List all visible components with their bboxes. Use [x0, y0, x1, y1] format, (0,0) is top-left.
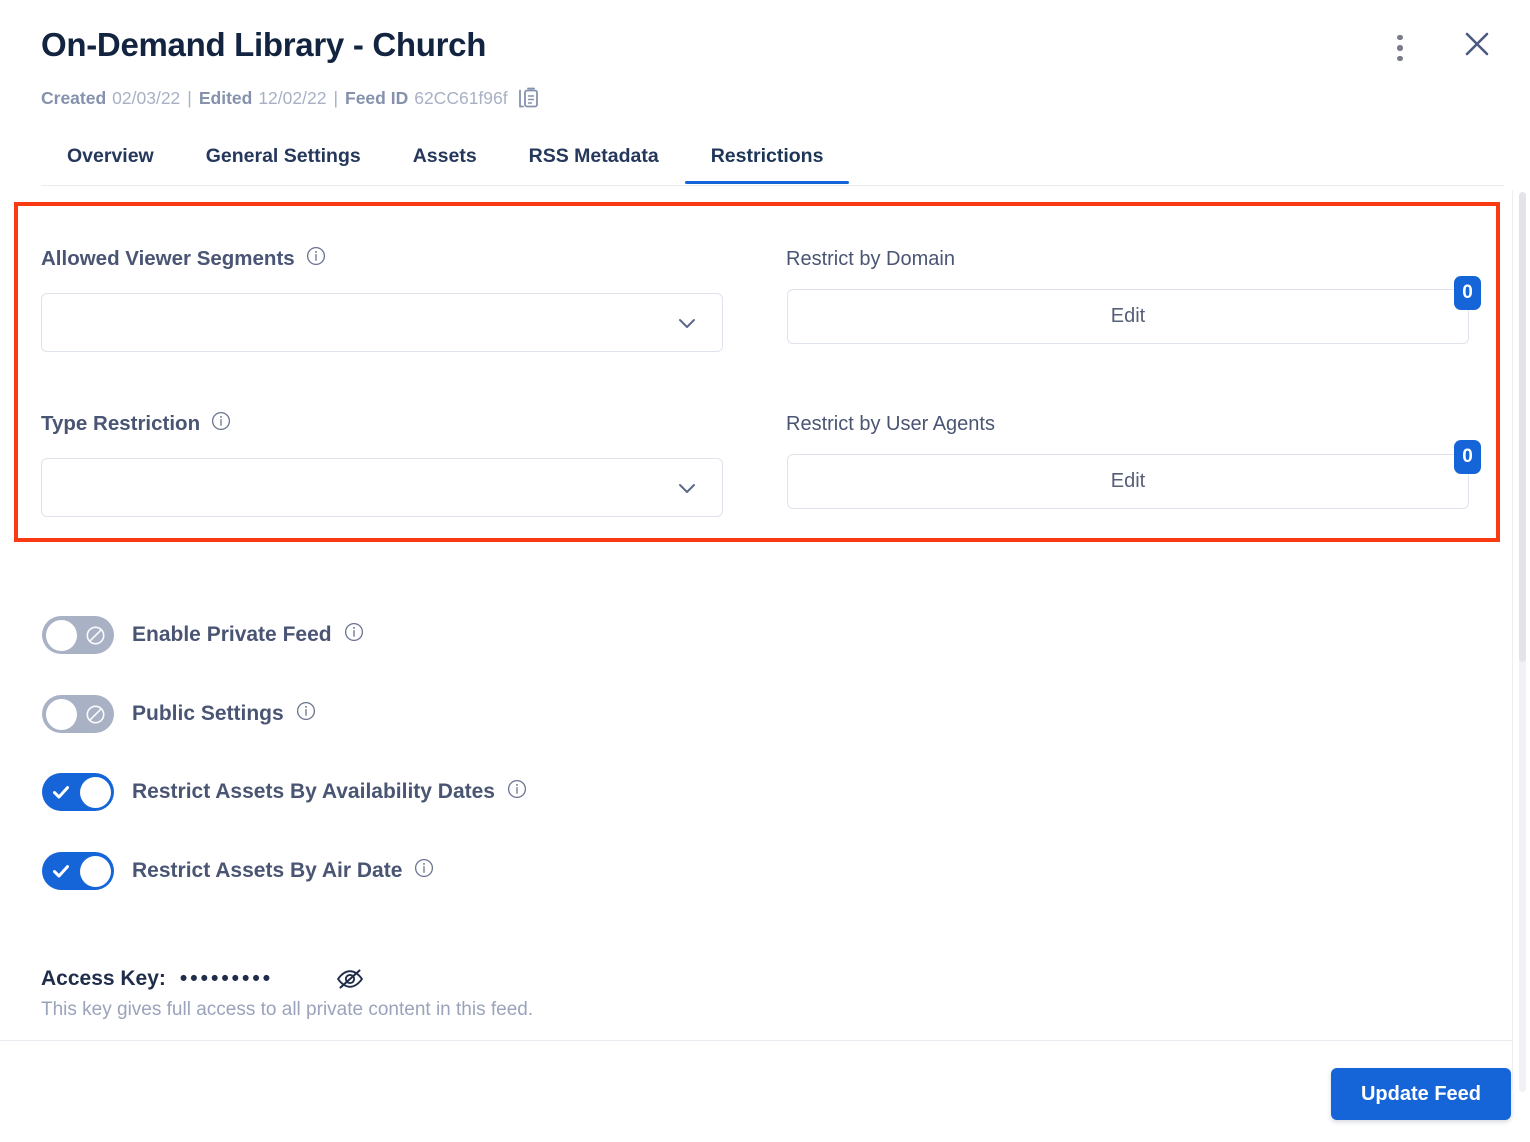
meta-separator-1: | [187, 87, 192, 108]
access-key-label: Access Key: [41, 967, 166, 990]
feed-settings-dialog: On-Demand Library - Church Created 02/03… [0, 0, 1530, 1142]
toggle-knob [79, 776, 111, 808]
restrict-by-domain-edit-button[interactable]: Edit [787, 289, 1469, 344]
info-icon[interactable] [414, 858, 434, 884]
info-icon[interactable] [344, 622, 364, 648]
enable-private-feed-toggle[interactable] [42, 616, 114, 654]
eye-off-icon[interactable] [335, 966, 365, 992]
toggle-row-restrict-air-date: Restrict Assets By Air Date [42, 852, 434, 890]
scrollbar-thumb[interactable] [1519, 192, 1526, 662]
page-title: On-Demand Library - Church [41, 26, 487, 63]
restrict-by-domain-label-text: Restrict by Domain [786, 248, 955, 270]
public-settings-label: Public Settings [132, 701, 316, 727]
toggle-row-enable-private-feed: Enable Private Feed [42, 616, 364, 654]
access-key-masked-value: ••••••••• [179, 967, 274, 990]
restrict-by-domain-count: 0 [1462, 282, 1473, 303]
restrict-assets-by-air-date-label: Restrict Assets By Air Date [132, 858, 434, 884]
copy-icon[interactable] [518, 86, 540, 110]
created-value: 02/03/22 [112, 87, 181, 108]
feed-id-label: Feed ID [345, 87, 409, 108]
info-icon[interactable] [211, 411, 231, 437]
update-feed-button[interactable]: Update Feed [1331, 1068, 1511, 1120]
meta-separator-2: | [333, 87, 338, 108]
restrict-assets-by-air-date-label-text: Restrict Assets By Air Date [132, 859, 403, 882]
feed-id-value: 62CC61f96f [414, 87, 508, 108]
tab-bar: Overview General Settings Assets RSS Met… [41, 136, 1504, 186]
more-options-button[interactable] [1383, 28, 1417, 68]
allowed-viewer-segments-label-text: Allowed Viewer Segments [41, 247, 295, 270]
feed-meta: Created 02/03/22 | Edited 12/02/22 | Fee… [41, 86, 540, 110]
restrict-by-domain-edit-label: Edit [1110, 305, 1146, 327]
check-icon [44, 773, 78, 811]
more-vertical-icon-dot-2 [1397, 45, 1403, 51]
restrict-assets-by-air-date-toggle[interactable] [42, 852, 114, 890]
toggle-row-public-settings: Public Settings [42, 695, 316, 733]
restrict-assets-by-availability-dates-label-text: Restrict Assets By Availability Dates [132, 780, 495, 803]
edited-label: Edited [198, 87, 253, 108]
restrict-by-user-agents-label: Restrict by User Agents [786, 413, 995, 436]
enable-private-feed-label-text: Enable Private Feed [132, 623, 332, 646]
restrict-by-user-agents-edit-label: Edit [1110, 470, 1146, 492]
type-restriction-select[interactable] [41, 458, 723, 517]
close-icon [1465, 32, 1489, 56]
public-settings-label-text: Public Settings [132, 702, 284, 725]
tab-overview[interactable]: Overview [41, 136, 180, 184]
tab-assets[interactable]: Assets [387, 136, 503, 184]
type-restriction-label: Type Restriction [41, 411, 231, 437]
info-icon[interactable] [296, 701, 316, 727]
info-icon[interactable] [507, 779, 527, 805]
prohibited-icon [78, 616, 112, 654]
restrict-by-user-agents-count-badge: 0 [1454, 440, 1481, 474]
restrict-by-domain-count-badge: 0 [1454, 276, 1481, 310]
info-icon[interactable] [306, 246, 326, 272]
content-right-divider [1512, 190, 1513, 1090]
more-vertical-icon-dot-1 [1397, 34, 1403, 41]
restrict-by-user-agents-count: 0 [1462, 446, 1473, 467]
type-restriction-label-text: Type Restriction [41, 412, 201, 435]
toggle-row-restrict-availability-dates: Restrict Assets By Availability Dates [42, 773, 527, 811]
created-label: Created [41, 87, 107, 108]
restrict-assets-by-availability-dates-label: Restrict Assets By Availability Dates [132, 779, 527, 805]
allowed-viewer-segments-label: Allowed Viewer Segments [41, 246, 326, 272]
chevron-down-icon [679, 318, 695, 328]
more-vertical-icon-dot-3 [1397, 55, 1403, 62]
toggle-knob [79, 855, 111, 887]
access-key-note: This key gives full access to all privat… [41, 999, 534, 1020]
footer-divider [0, 1040, 1512, 1041]
restrict-assets-by-availability-dates-toggle[interactable] [42, 773, 114, 811]
toggle-knob [45, 698, 77, 730]
restrict-by-domain-label: Restrict by Domain [786, 248, 955, 271]
tab-rss-metadata[interactable]: RSS Metadata [503, 136, 685, 184]
dialog-header: On-Demand Library - Church Created 02/03… [0, 0, 1530, 130]
close-button[interactable] [1455, 22, 1499, 66]
restrict-by-user-agents-edit-button[interactable]: Edit [787, 454, 1469, 509]
prohibited-icon [78, 695, 112, 733]
tab-general-settings[interactable]: General Settings [180, 136, 387, 184]
enable-private-feed-label: Enable Private Feed [132, 622, 364, 648]
public-settings-toggle[interactable] [42, 695, 114, 733]
edited-value: 12/02/22 [258, 87, 327, 108]
toggle-knob [45, 619, 77, 651]
restrict-by-user-agents-label-text: Restrict by User Agents [786, 413, 995, 435]
chevron-down-icon [679, 483, 695, 493]
allowed-viewer-segments-select[interactable] [41, 293, 723, 352]
access-key-row: Access Key: ••••••••• [41, 966, 365, 992]
tab-restrictions[interactable]: Restrictions [684, 136, 850, 184]
tab-bar-divider [41, 185, 1504, 186]
check-icon [44, 852, 78, 890]
